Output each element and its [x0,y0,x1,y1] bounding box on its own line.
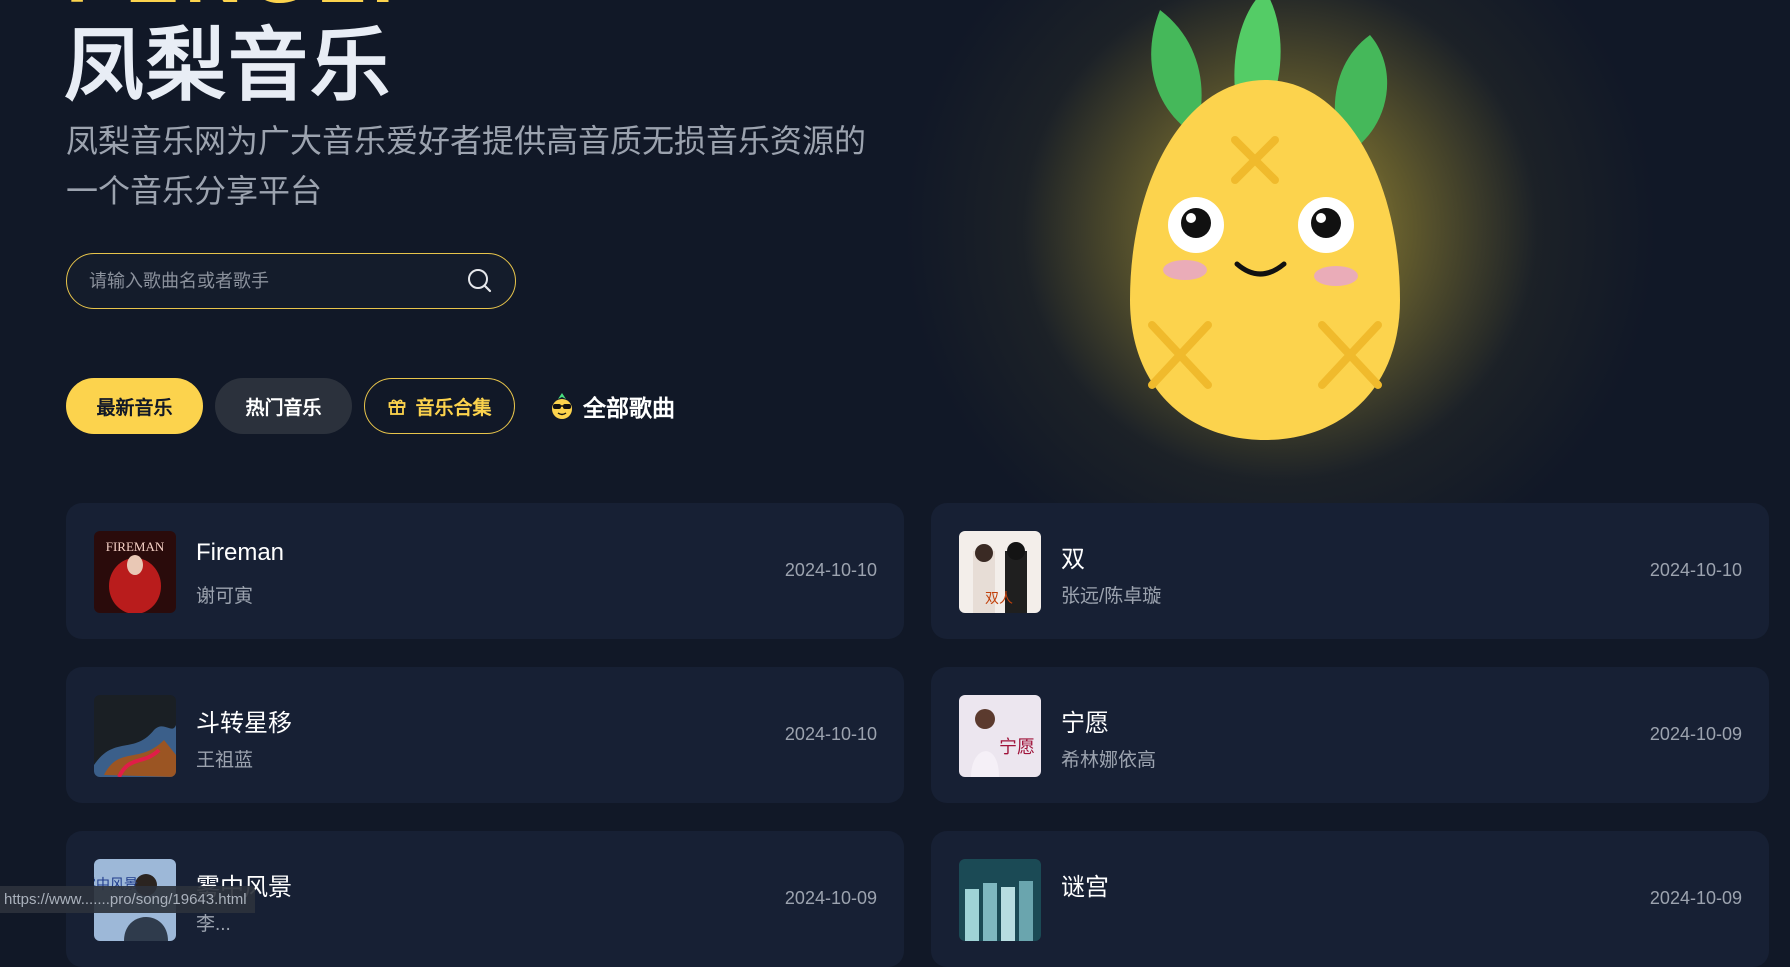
song-date: 2024-10-09 [784,888,877,908]
pineapple-mascot-illustration [1130,0,1400,440]
song-card[interactable]: 斗转星移 王祖蓝 2024-10-10 [66,667,904,803]
album-cover [959,859,1041,941]
search-icon[interactable] [465,266,495,296]
song-card[interactable]: 宁愿 宁愿 希林娜依高 2024-10-09 [931,667,1769,803]
album-cover: FIREMAN [94,531,176,613]
tab-label: 音乐合集 [415,397,492,419]
song-card[interactable]: FIREMAN Fireman 谢可寅 2024-10-10 [66,503,904,639]
svg-text:双人: 双人 [985,591,1013,607]
tab-latest-music[interactable]: 最新音乐 [66,378,203,434]
song-card[interactable]: 双人 双 张远/陈卓璇 2024-10-10 [931,503,1769,639]
song-date: 2024-10-10 [1649,560,1742,580]
svg-text:宁愿: 宁愿 [999,737,1035,758]
search-input[interactable] [67,253,465,309]
song-date: 2024-10-09 [1649,724,1742,744]
page-subtitle: 凤梨音乐网为广大音乐爱好者提供高音质无损音乐资源的一个音乐分享平台 [66,123,867,209]
song-artist: 希林娜依高 [1061,750,1157,771]
category-tabs: 最新音乐 热门音乐 音乐合集 全部歌曲 [66,378,675,434]
link-preview-status-bar: https://www.......pro/song/19643.html [0,886,255,913]
song-date: 2024-10-09 [1649,888,1742,908]
search-box[interactable] [66,253,516,309]
svg-text:FIREMAN: FIREMAN [106,539,165,554]
tab-hot-music[interactable]: 热门音乐 [215,378,352,434]
album-cover [94,695,176,777]
tab-label: 最新音乐 [96,397,173,419]
tab-label: 全部歌曲 [583,395,675,421]
sunglasses-pineapple-icon [552,393,572,419]
tab-music-collection[interactable]: 音乐合集 [364,378,515,434]
song-title: 谜宫 [1061,874,1109,901]
page-title: 凤梨音乐 [64,21,392,110]
song-card[interactable]: 谜宫 2024-10-09 [931,831,1769,967]
song-artist: 王祖蓝 [196,750,254,771]
tab-all-songs[interactable]: 全部歌曲 [549,378,675,434]
album-cover: 双人 [959,531,1041,613]
gift-icon [389,399,406,415]
album-cover: 宁愿 [959,695,1041,777]
song-date: 2024-10-10 [784,724,877,744]
brand-wordmark: PENGLI [66,0,400,15]
tab-label: 热门音乐 [245,397,322,419]
song-title: 双 [1061,546,1085,573]
song-artist: 谢可寅 [196,586,254,607]
song-title: 宁愿 [1061,710,1109,737]
song-title: Fireman [196,539,285,566]
song-title: 斗转星移 [196,710,292,737]
song-artist: 李... [196,914,231,935]
song-date: 2024-10-10 [784,560,877,580]
song-artist: 张远/陈卓璇 [1061,586,1162,607]
